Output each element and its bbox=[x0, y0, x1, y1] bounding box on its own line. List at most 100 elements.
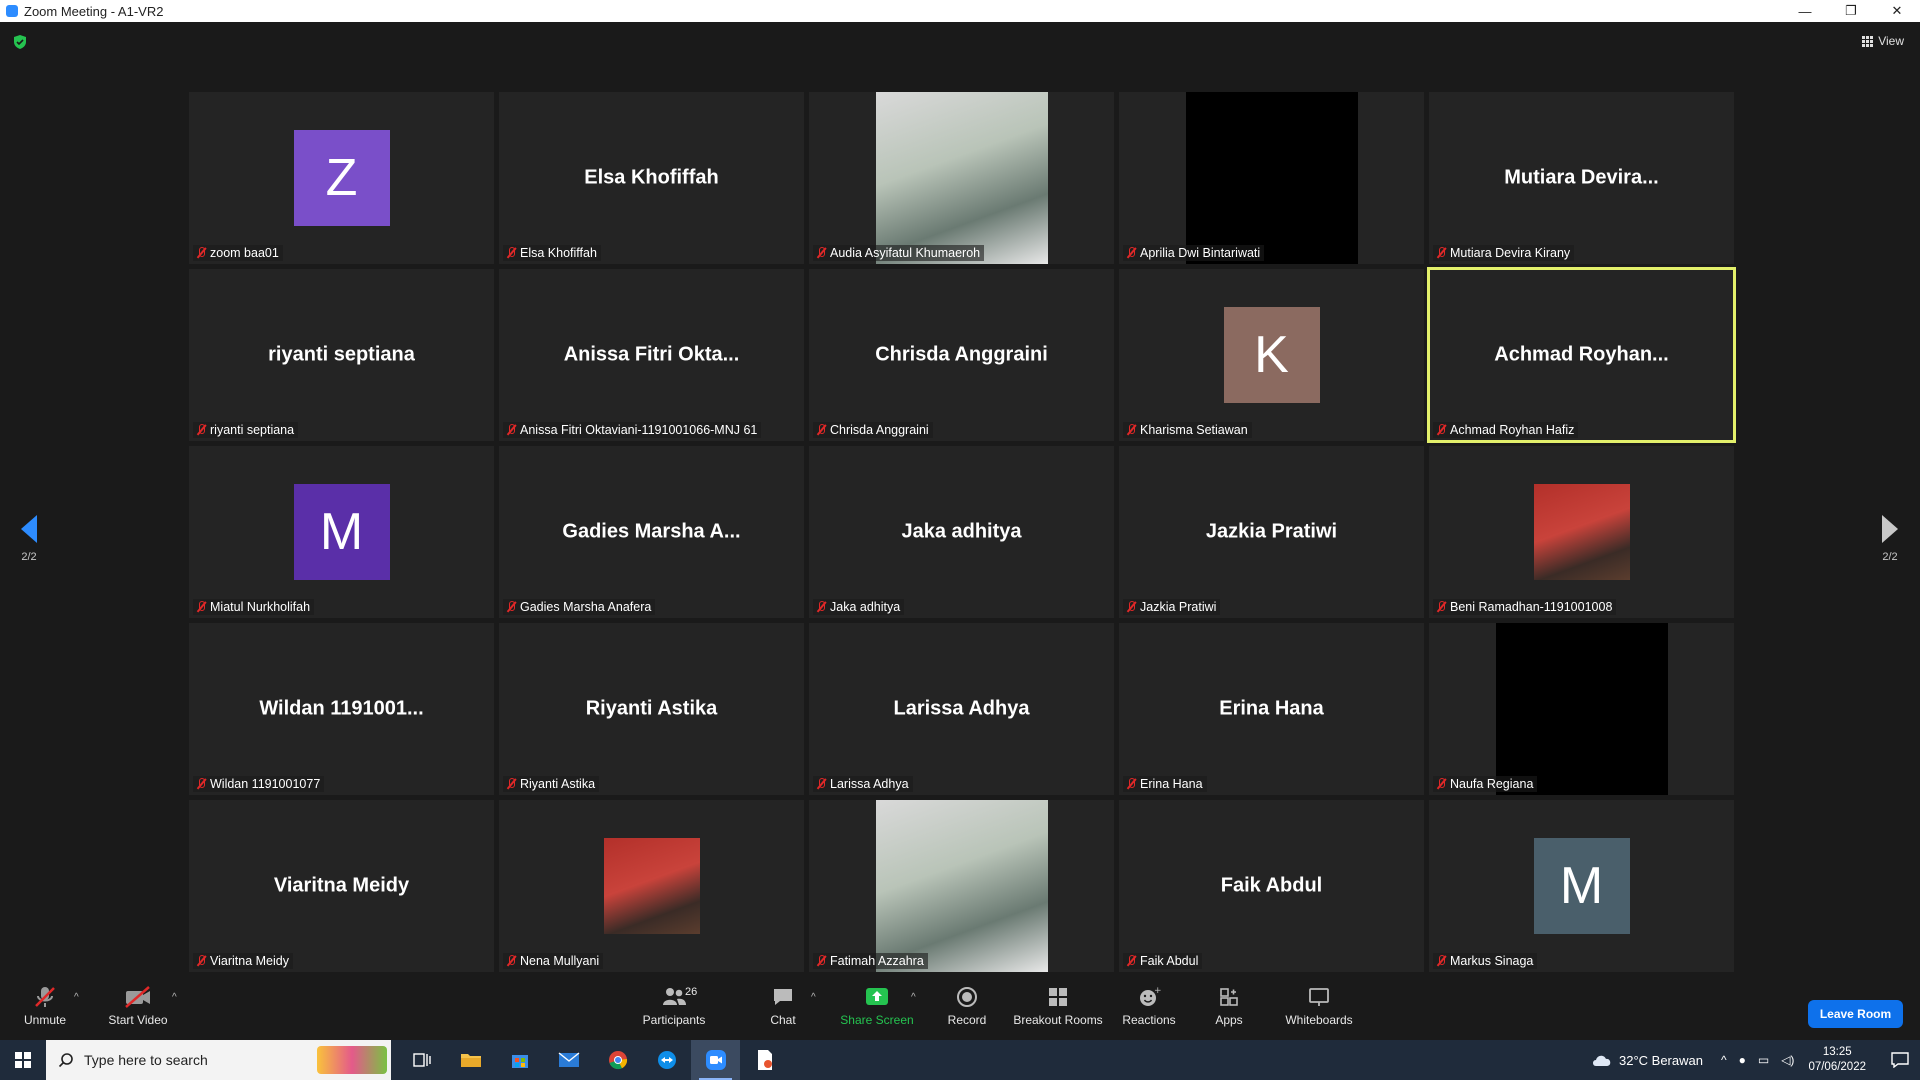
right-arrow-icon bbox=[1882, 515, 1898, 543]
leave-room-button[interactable]: Leave Room bbox=[1808, 1000, 1903, 1028]
start-button[interactable] bbox=[0, 1040, 46, 1080]
minimize-button[interactable]: — bbox=[1782, 0, 1828, 22]
video-off-icon bbox=[123, 984, 153, 1010]
participant-tile[interactable]: Zzoom baa01 bbox=[189, 92, 494, 264]
record-icon bbox=[955, 984, 979, 1010]
share-screen-label: Share Screen bbox=[840, 1013, 914, 1027]
participant-tile[interactable]: Achmad Royhan... Achmad Royhan Hafiz bbox=[1427, 267, 1736, 443]
page-indicator-right: 2/2 bbox=[1882, 551, 1898, 563]
reactions-button[interactable]: + Reactions bbox=[1104, 984, 1194, 1038]
muted-microphone-icon bbox=[32, 984, 58, 1010]
encryption-shield-icon[interactable] bbox=[12, 34, 28, 50]
participant-name: Riyanti Astika bbox=[520, 777, 596, 791]
participant-profile-photo bbox=[603, 838, 700, 934]
page-indicator-left: 2/2 bbox=[21, 551, 37, 563]
microsoft-store-icon[interactable] bbox=[495, 1040, 544, 1080]
participant-tile[interactable]: K Kharisma Setiawan bbox=[1119, 269, 1424, 441]
participant-display-name: Viaritna Meidy bbox=[273, 874, 410, 897]
taskbar-search-box[interactable]: Type here to search bbox=[46, 1040, 391, 1080]
participant-tile[interactable]: Faik Abdul Faik Abdul bbox=[1119, 800, 1424, 972]
previous-page-button[interactable]: 2/2 bbox=[9, 515, 49, 563]
meeting-area: View 2/2 2/2 Zzoom baa01 Elsa Khofiffah El… bbox=[0, 22, 1920, 980]
chat-label: Chat bbox=[770, 1013, 796, 1027]
record-button[interactable]: Record bbox=[922, 984, 1012, 1038]
participant-display-name: Mutiara Devira... bbox=[1504, 166, 1659, 189]
document-app-icon[interactable] bbox=[740, 1040, 789, 1080]
clock-date: 07/06/2022 bbox=[1808, 1061, 1866, 1073]
volume-icon[interactable]: ◁) bbox=[1781, 1053, 1794, 1067]
mail-icon[interactable] bbox=[544, 1040, 593, 1080]
muted-mic-icon bbox=[195, 424, 207, 436]
restore-button[interactable]: ❐ bbox=[1828, 0, 1874, 22]
clock[interactable]: 13:25 07/06/2022 bbox=[1808, 1045, 1866, 1075]
participant-name: Miatul Nurkholifah bbox=[210, 600, 311, 614]
start-video-button[interactable]: Start Video bbox=[93, 984, 183, 1038]
chrome-icon[interactable] bbox=[593, 1040, 642, 1080]
audio-options-caret[interactable]: ^ bbox=[74, 992, 79, 1003]
task-view-icon[interactable] bbox=[397, 1040, 446, 1080]
participant-tile[interactable]: Beni Ramadhan-1191001008 bbox=[1429, 446, 1734, 618]
teamviewer-icon[interactable] bbox=[642, 1040, 691, 1080]
participant-tile[interactable]: Audia Asyifatul Khumaeroh bbox=[809, 92, 1114, 264]
participant-tile[interactable]: Larissa Adhya Larissa Adhya bbox=[809, 623, 1114, 795]
participant-tile[interactable]: riyanti septiana riyanti septiana bbox=[189, 269, 494, 441]
participant-tile[interactable]: M Markus Sinaga bbox=[1429, 800, 1734, 972]
participant-name: Mutiara Devira Kirany bbox=[1450, 246, 1571, 260]
participant-name: Anissa Fitri Oktaviani-1191001066-MNJ 61 bbox=[520, 423, 758, 437]
participant-display-name: Larissa Adhya bbox=[893, 697, 1030, 720]
weather-widget[interactable]: 32°C Berawan bbox=[1591, 1052, 1703, 1068]
zoom-taskbar-icon[interactable] bbox=[691, 1040, 740, 1080]
muted-mic-icon bbox=[1435, 247, 1447, 259]
participant-tile[interactable]: Elsa Khofiffah Elsa Khofiffah bbox=[499, 92, 804, 264]
search-highlight-image bbox=[317, 1046, 387, 1074]
view-button[interactable]: View bbox=[1862, 34, 1904, 48]
close-button[interactable]: ✕ bbox=[1874, 0, 1920, 22]
participant-tile[interactable]: Gadies Marsha A... Gadies Marsha Anafera bbox=[499, 446, 804, 618]
microphone-icon[interactable]: ● bbox=[1739, 1053, 1746, 1067]
participants-button[interactable]: 26 Participants bbox=[629, 984, 719, 1038]
participant-tile[interactable]: Fatimah Azzahra bbox=[809, 800, 1114, 972]
participant-tile[interactable]: Chrisda Anggraini Chrisda Anggraini bbox=[809, 269, 1114, 441]
participant-tile[interactable]: Aprilia Dwi Bintariwati bbox=[1119, 92, 1424, 264]
left-arrow-icon bbox=[21, 515, 37, 543]
network-icon[interactable]: ▭ bbox=[1758, 1053, 1769, 1067]
muted-mic-icon bbox=[1125, 247, 1137, 259]
share-options-caret[interactable]: ^ bbox=[911, 992, 916, 1003]
participant-tile[interactable]: Viaritna Meidy Viaritna Meidy bbox=[189, 800, 494, 972]
participant-tile[interactable]: Erina Hana Erina Hana bbox=[1119, 623, 1424, 795]
participant-name: Jazkia Pratiwi bbox=[1140, 600, 1217, 614]
participant-tile[interactable]: Naufa Regiana bbox=[1429, 623, 1734, 795]
muted-mic-icon bbox=[505, 778, 517, 790]
participant-name: Beni Ramadhan-1191001008 bbox=[1450, 600, 1613, 614]
chat-icon bbox=[771, 984, 795, 1010]
chat-options-caret[interactable]: ^ bbox=[811, 992, 816, 1003]
whiteboards-button[interactable]: Whiteboards bbox=[1274, 984, 1364, 1038]
participant-tile[interactable]: Anissa Fitri Okta... Anissa Fitri Oktavia… bbox=[499, 269, 804, 441]
participant-name-label: Kharisma Setiawan bbox=[1123, 422, 1252, 438]
notification-center-icon[interactable] bbox=[1880, 1040, 1920, 1080]
participant-name: Faik Abdul bbox=[1140, 954, 1199, 968]
participant-name: Jaka adhitya bbox=[830, 600, 901, 614]
show-hidden-icons-chevron-icon[interactable]: ^ bbox=[1721, 1053, 1727, 1067]
share-screen-button[interactable]: Share Screen bbox=[832, 984, 922, 1038]
participant-tile[interactable]: Jazkia Pratiwi Jazkia Pratiwi bbox=[1119, 446, 1424, 618]
participant-tile[interactable]: M Miatul Nurkholifah bbox=[189, 446, 494, 618]
participant-tile[interactable]: Riyanti Astika Riyanti Astika bbox=[499, 623, 804, 795]
participant-tile[interactable]: Jaka adhitya Jaka adhitya bbox=[809, 446, 1114, 618]
participant-tile[interactable]: Nena Mullyani bbox=[499, 800, 804, 972]
apps-button[interactable]: Apps bbox=[1184, 984, 1274, 1038]
participant-name: Chrisda Anggraini bbox=[830, 423, 929, 437]
file-explorer-icon[interactable] bbox=[446, 1040, 495, 1080]
participant-tile[interactable]: Mutiara Devira... Mutiara Devira Kirany bbox=[1429, 92, 1734, 264]
breakout-rooms-button[interactable]: Breakout Rooms bbox=[1013, 984, 1103, 1038]
clock-time: 13:25 bbox=[1822, 1046, 1852, 1058]
search-placeholder: Type here to search bbox=[84, 1052, 208, 1068]
video-off-frame bbox=[1185, 92, 1358, 264]
windows-taskbar: Type here to search 32°C Berawan ^ ● ▭ ◁… bbox=[0, 1040, 1920, 1080]
muted-mic-icon bbox=[815, 424, 827, 436]
next-page-button[interactable]: 2/2 bbox=[1870, 515, 1910, 563]
participant-tile[interactable]: Wildan 1191001... Wildan 1191001077 bbox=[189, 623, 494, 795]
participant-name-label: Beni Ramadhan-1191001008 bbox=[1433, 599, 1617, 615]
zoom-app-icon bbox=[6, 5, 18, 17]
video-options-caret[interactable]: ^ bbox=[172, 992, 177, 1003]
